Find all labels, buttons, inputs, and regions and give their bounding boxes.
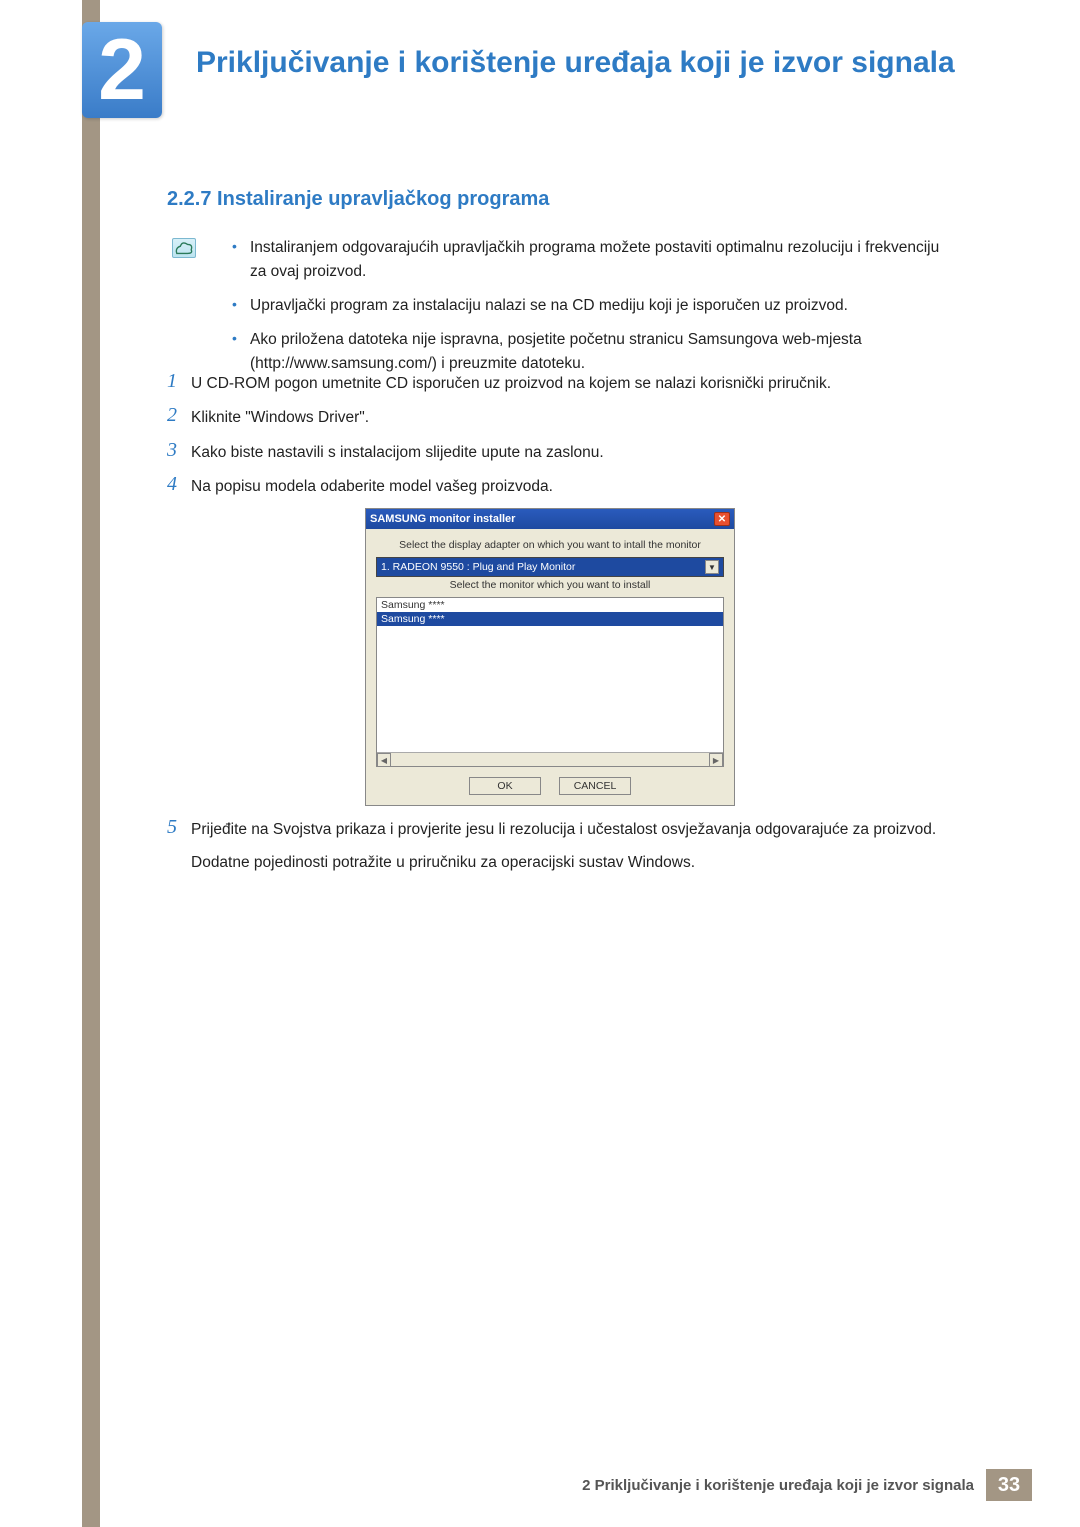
step-row: 1 U CD-ROM pogon umetnite CD isporučen u… — [167, 370, 957, 395]
monitor-listbox[interactable]: Samsung **** Samsung **** ◀ ▶ — [376, 597, 724, 767]
installer-dialog-figure: SAMSUNG monitor installer ✕ Select the d… — [365, 508, 735, 806]
note-item: Upravljački program za instalaciju nalaz… — [232, 294, 952, 318]
section-number: 2.2.7 — [167, 188, 211, 210]
list-item[interactable]: Samsung **** — [377, 598, 723, 612]
step-text: U CD-ROM pogon umetnite CD isporučen uz … — [191, 370, 957, 395]
step-number: 1 — [167, 370, 191, 392]
step-text: Kako biste nastavili s instalacijom slij… — [191, 439, 957, 464]
note-item: Instaliranjem odgovarajućih upravljačkih… — [232, 236, 952, 284]
step-row: 2 Kliknite "Windows Driver". — [167, 404, 957, 429]
footer-chapter-text: 2 Priključivanje i korištenje uređaja ko… — [582, 1477, 974, 1494]
scroll-left-icon[interactable]: ◀ — [377, 753, 391, 767]
installer-dialog: SAMSUNG monitor installer ✕ Select the d… — [365, 508, 735, 806]
note-item: Ako priložena datoteka nije ispravna, po… — [232, 328, 952, 376]
note-bullet-list: Instaliranjem odgovarajućih upravljačkih… — [232, 236, 952, 386]
sidebar-strip — [82, 0, 100, 1527]
horizontal-scrollbar[interactable]: ◀ ▶ — [377, 752, 723, 766]
step-text: Kliknite "Windows Driver". — [191, 404, 957, 429]
chapter-title: Priključivanje i korištenje uređaja koji… — [196, 44, 956, 82]
step-number: 3 — [167, 439, 191, 461]
step-number: 2 — [167, 404, 191, 426]
list-item[interactable]: Samsung **** — [377, 612, 723, 626]
dialog-monitor-label: Select the monitor which you want to ins… — [376, 579, 724, 591]
step-number: 5 — [167, 816, 191, 838]
scroll-right-icon[interactable]: ▶ — [709, 753, 723, 767]
adapter-selected-text: 1. RADEON 9550 : Plug and Play Monitor — [381, 561, 575, 573]
chevron-down-icon[interactable]: ▼ — [705, 560, 719, 574]
adapter-dropdown[interactable]: 1. RADEON 9550 : Plug and Play Monitor ▼ — [376, 557, 724, 577]
section-title: Instaliranje upravljačkog programa — [217, 188, 549, 210]
dialog-adapter-label: Select the display adapter on which you … — [376, 539, 724, 551]
page-number: 33 — [986, 1469, 1032, 1501]
close-icon[interactable]: ✕ — [714, 512, 730, 526]
ok-button[interactable]: OK — [469, 777, 541, 795]
section-heading: 2.2.7 Instaliranje upravljačkog programa — [167, 188, 549, 211]
chapter-number-badge: 2 — [82, 22, 162, 118]
step-row: 4 Na popisu modela odaberite model vašeg… — [167, 473, 957, 498]
dialog-title-text: SAMSUNG monitor installer — [370, 513, 515, 525]
step-row: 3 Kako biste nastavili s instalacijom sl… — [167, 439, 957, 464]
dialog-titlebar: SAMSUNG monitor installer ✕ — [366, 509, 734, 529]
cancel-button[interactable]: CANCEL — [559, 777, 631, 795]
step-number: 4 — [167, 473, 191, 495]
note-icon — [172, 238, 196, 258]
step-text: Na popisu modela odaberite model vašeg p… — [191, 473, 957, 498]
step-text: Prijeđite na Svojstva prikaza i provjeri… — [191, 816, 957, 875]
page-footer: 2 Priključivanje i korištenje uređaja ko… — [582, 1469, 1032, 1501]
step-row: 5 Prijeđite na Svojstva prikaza i provje… — [167, 816, 957, 875]
steps-list: 1 U CD-ROM pogon umetnite CD isporučen u… — [167, 370, 957, 884]
step-extra-text: Dodatne pojedinosti potražite u priručni… — [191, 851, 957, 874]
